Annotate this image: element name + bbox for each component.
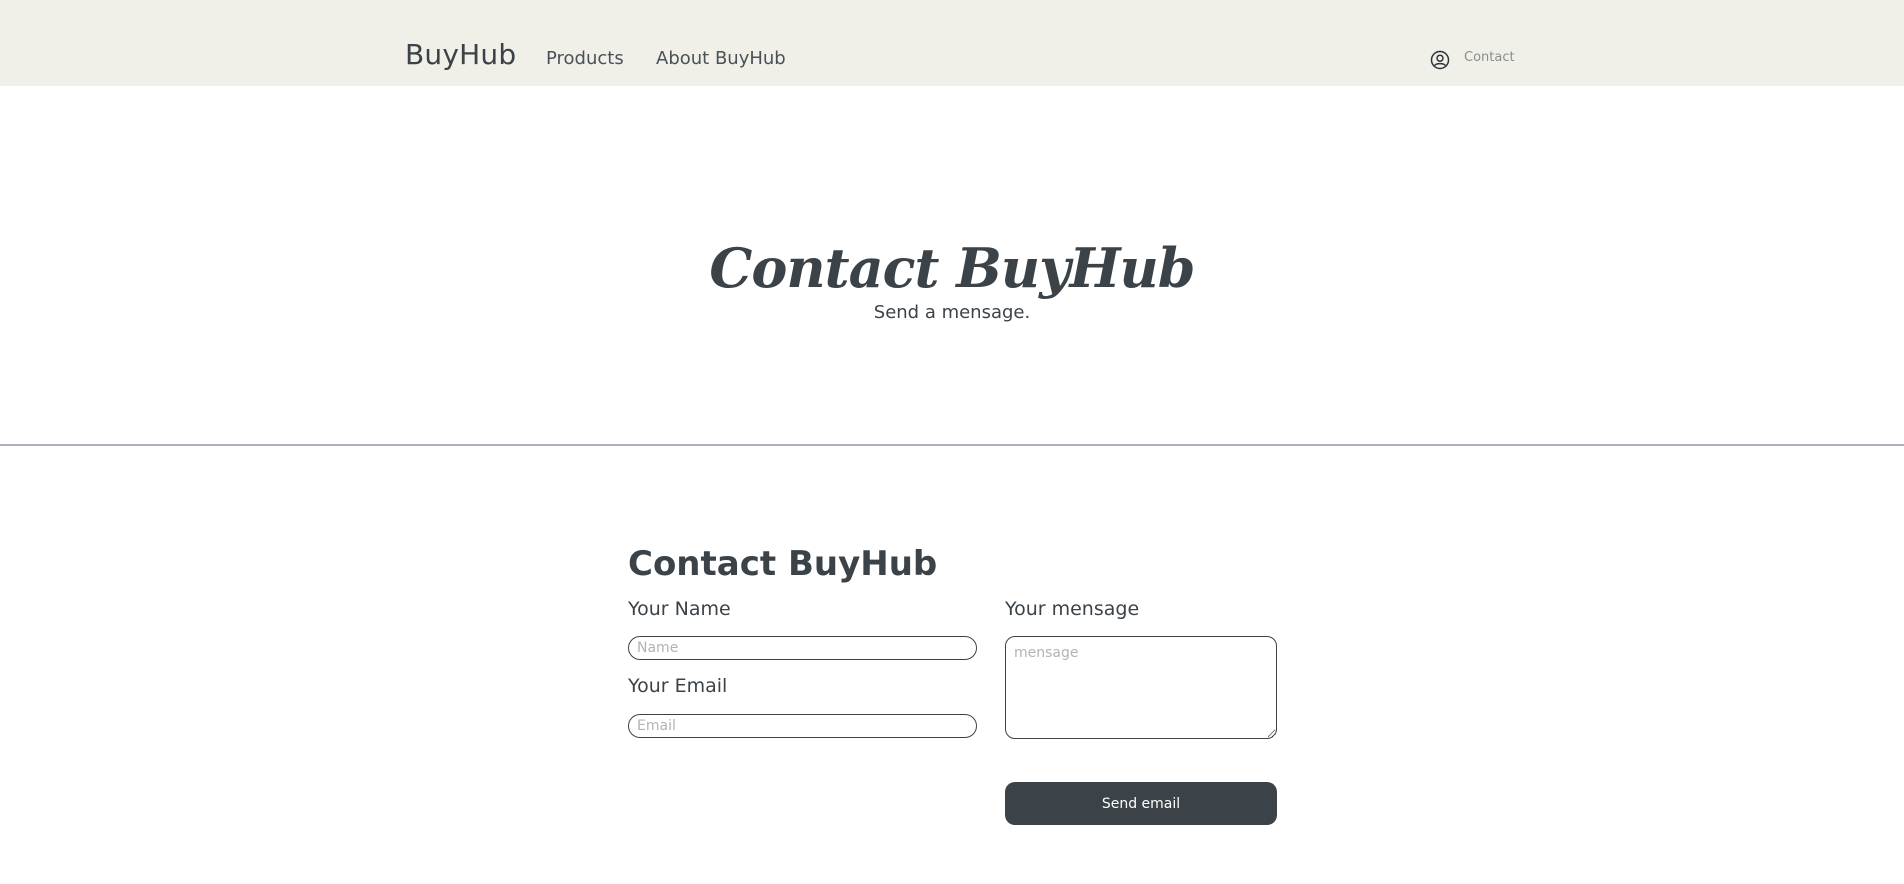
nav-about-link[interactable]: About BuyHub bbox=[656, 48, 786, 69]
hero-subtitle: Send a mensage. bbox=[873, 302, 1031, 323]
user-circle-icon[interactable] bbox=[1430, 50, 1450, 70]
email-label: Your Email bbox=[628, 675, 728, 697]
name-input[interactable] bbox=[628, 636, 977, 660]
name-label: Your Name bbox=[628, 598, 731, 620]
nav-products-link[interactable]: Products bbox=[546, 48, 624, 69]
message-label: Your mensage bbox=[1005, 598, 1140, 620]
section-divider bbox=[0, 444, 1904, 446]
send-email-button[interactable]: Send email bbox=[1005, 782, 1277, 825]
message-textarea[interactable] bbox=[1005, 636, 1277, 739]
brand-logo[interactable]: BuyHub bbox=[405, 38, 516, 71]
nav-contact-link[interactable]: Contact bbox=[1464, 50, 1515, 65]
email-input[interactable] bbox=[628, 714, 977, 738]
top-navbar: BuyHub Products About BuyHub Contact bbox=[0, 0, 1904, 86]
hero-title: Contact BuyHub bbox=[709, 236, 1195, 300]
form-title: Contact BuyHub bbox=[628, 544, 938, 584]
